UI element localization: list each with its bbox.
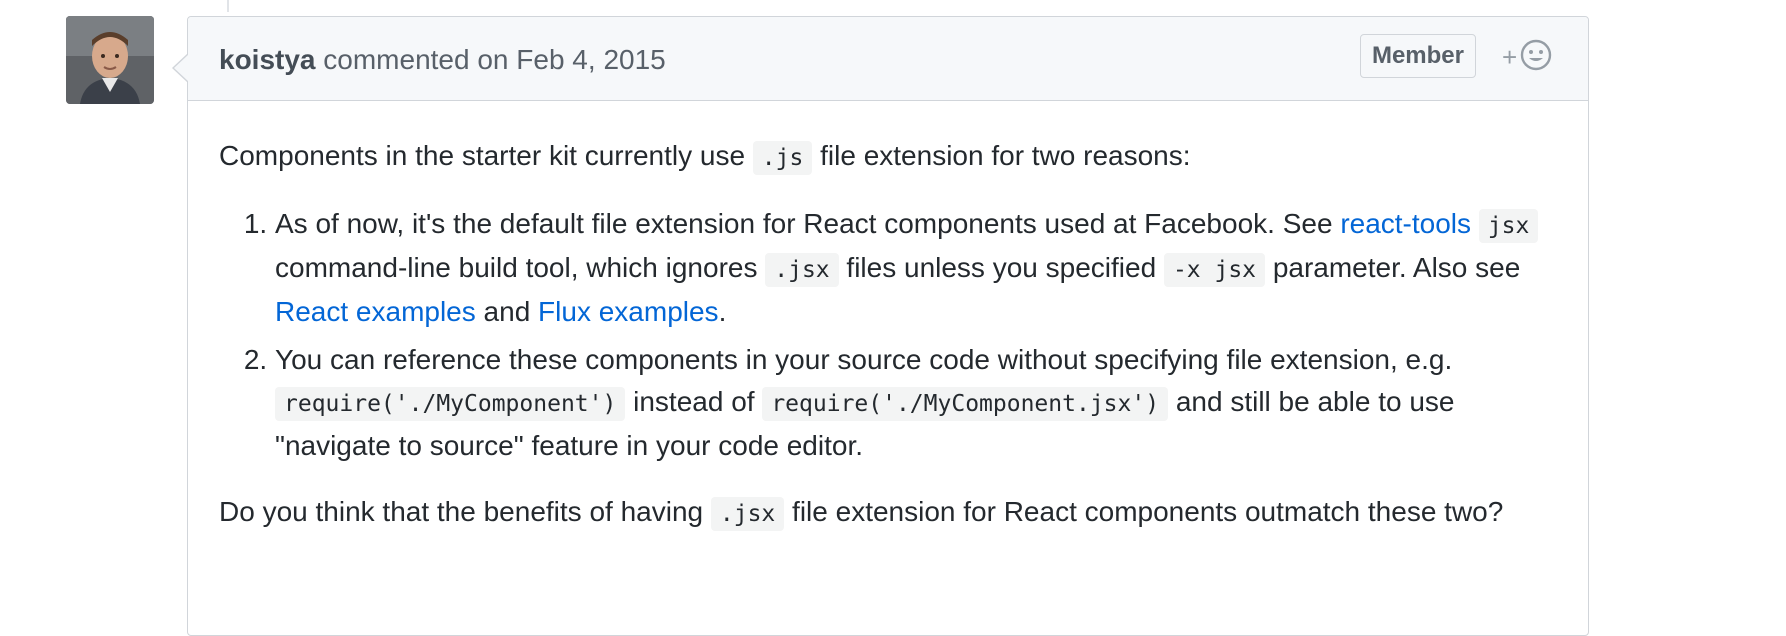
- code-js: .js: [752, 141, 813, 175]
- comment-timestamp[interactable]: Feb 4, 2015: [516, 44, 665, 75]
- reasons-list: As of now, it's the default file extensi…: [219, 203, 1557, 467]
- comment-header: koistya commented on Feb 4, 2015 Member …: [188, 17, 1588, 101]
- code-require-component-jsx: require('./MyComponent.jsx'): [762, 387, 1169, 421]
- reason-1-text: As of now, it's the default file extensi…: [275, 208, 1333, 239]
- question-paragraph: Do you think that the benefits of having…: [219, 491, 1557, 535]
- reason-2-text-b: instead of: [633, 386, 755, 417]
- react-examples-link[interactable]: React examples: [275, 296, 476, 327]
- reason-2-text: You can reference these components in yo…: [275, 344, 1453, 375]
- react-tools-link[interactable]: react-tools: [1340, 208, 1471, 239]
- code-jsx-question: .jsx: [710, 497, 785, 531]
- reason-1-text-e: and: [483, 296, 531, 327]
- code-dot-jsx: .jsx: [765, 253, 839, 287]
- question-text-end: file extension for React components outm…: [792, 496, 1504, 527]
- comment-box: koistya commented on Feb 4, 2015 Member …: [172, 16, 1589, 636]
- comment-meta: koistya commented on Feb 4, 2015: [219, 44, 666, 76]
- flux-examples-link[interactable]: Flux examples: [538, 296, 719, 327]
- code-jsx: jsx: [1478, 209, 1539, 243]
- reason-1-text-c: files unless you specified: [846, 252, 1157, 283]
- reason-1-text-b: command-line build tool, which ignores: [275, 252, 758, 283]
- intro-text: Components in the starter kit currently …: [219, 140, 746, 171]
- reason-1-text-d: parameter. Also see: [1272, 252, 1521, 283]
- reason-1-period: .: [718, 296, 727, 327]
- code-require-component: require('./MyComponent'): [275, 387, 626, 421]
- list-item: As of now, it's the default file extensi…: [275, 203, 1557, 333]
- add-reaction-button[interactable]: +: [1502, 39, 1560, 75]
- intro-paragraph: Components in the starter kit currently …: [219, 135, 1557, 179]
- comment-caret-inner: [174, 54, 189, 82]
- question-text: Do you think that the benefits of having: [219, 496, 704, 527]
- smiley-icon: [1520, 39, 1552, 76]
- timeline-connector: [227, 0, 229, 12]
- member-badge: Member: [1359, 34, 1476, 78]
- comment-action: commented on: [323, 44, 509, 75]
- comment-body: Components in the starter kit currently …: [188, 101, 1588, 535]
- avatar[interactable]: [66, 16, 154, 104]
- code-x-jsx: -x jsx: [1163, 253, 1266, 287]
- author-link[interactable]: koistya: [219, 44, 316, 75]
- plus-icon: +: [1502, 42, 1518, 72]
- list-item: You can reference these components in yo…: [275, 339, 1557, 467]
- intro-text-end: file extension for two reasons:: [820, 140, 1191, 171]
